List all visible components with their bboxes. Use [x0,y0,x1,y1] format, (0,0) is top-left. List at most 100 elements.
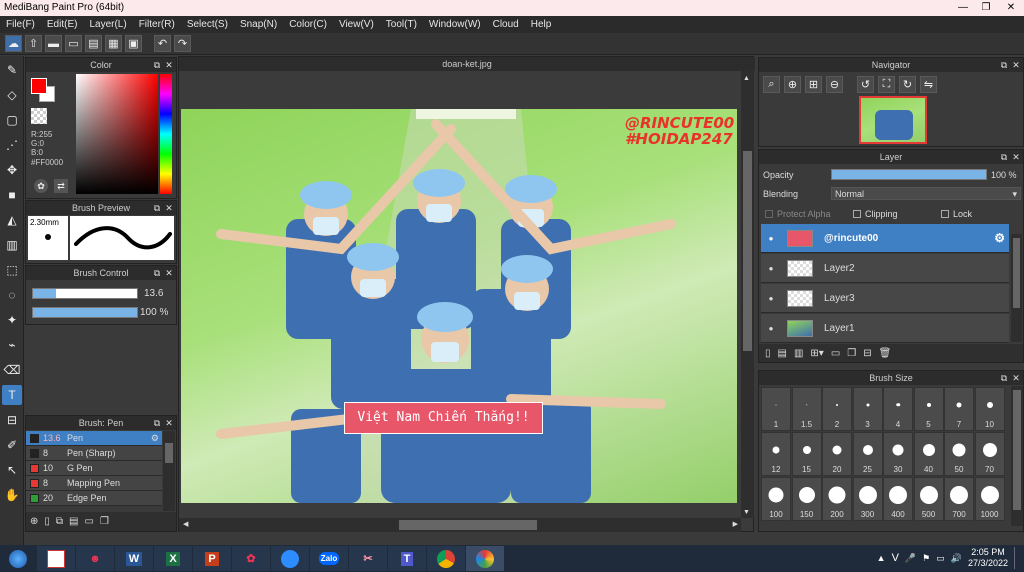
close-icon[interactable]: ✕ [1011,58,1021,72]
brush-size-cell[interactable]: 5 [913,387,944,431]
brush-item-pen[interactable]: 13.6 Pen ⚙ [26,431,162,446]
new-layer-icon[interactable]: ▯ [765,348,771,359]
brush-size-cell[interactable]: 1.5 [791,387,822,431]
brush-size-cell[interactable]: 50 [944,432,974,476]
clock[interactable]: 2:05 PM 27/3/2022 [968,547,1008,569]
brush-size-cell[interactable]: 20 [822,432,852,476]
menu-help[interactable]: Help [525,19,558,30]
menu-view[interactable]: View(V) [333,19,380,30]
flag-icon[interactable]: ⚑ [922,553,930,564]
page-icon[interactable]: ▤ [85,35,102,52]
brush-size-cell[interactable]: 30 [883,432,913,476]
bucket-tool-icon[interactable]: ◭ [2,210,22,230]
layer-row-rincute00[interactable]: ● @rincute00 ⚙ [761,224,1009,253]
brush-size-cell[interactable]: 3 [852,387,883,431]
layer-opacity-slider[interactable] [831,169,987,180]
menu-tool[interactable]: Tool(T) [380,19,423,30]
start-button[interactable] [0,546,36,571]
brush-item-mapping-pen[interactable]: 8 Mapping Pen [26,476,162,491]
redo-icon[interactable]: ↷ [174,35,191,52]
undock-icon[interactable]: ⧉ [999,150,1009,164]
taskbar-chrome[interactable] [427,546,465,571]
gear-icon[interactable]: ⚙ [151,433,159,444]
close-icon[interactable]: ✕ [1011,150,1021,164]
taskbar-app-snip[interactable]: ✂ [349,546,387,571]
taskbar-app-2[interactable]: ☻ [76,546,114,571]
lasso-tool-icon[interactable]: ◌ [2,285,22,305]
menu-snap[interactable]: Snap(N) [234,19,283,30]
merge-layer-icon[interactable]: ⊟ [863,348,871,359]
tile-icon[interactable]: ▣ [125,35,142,52]
show-desktop-button[interactable] [1014,547,1020,569]
folder-icon[interactable]: ▭ [831,348,840,359]
eyedropper-icon[interactable]: ✐ [2,435,22,455]
magic-wand-icon[interactable]: ✦ [2,310,22,330]
menu-file[interactable]: File(F) [0,19,41,30]
cloud-icon[interactable]: ☁ [5,35,22,52]
add-layer-menu-icon[interactable]: ⊞▾ [810,348,823,359]
blending-select[interactable]: Normal ▾ [831,187,1021,200]
rotate-left-icon[interactable]: ↺ [857,76,874,93]
new-brush-icon[interactable]: ▯ [44,516,50,527]
brush-list-scrollbar[interactable] [163,431,175,511]
brush-size-cell[interactable]: 200 [822,477,852,521]
brush-size-cell[interactable]: 150 [791,477,822,521]
volume-icon[interactable]: 🔊 [951,553,962,564]
rectangle-tool-icon[interactable]: ▢ [2,110,22,130]
visibility-icon[interactable]: ● [761,234,781,243]
taskbar-zoom[interactable] [271,546,309,571]
document-tab[interactable]: doan-ket.jpg [179,57,755,71]
rotate-right-icon[interactable]: ↻ [899,76,916,93]
foreground-color-swatch[interactable] [31,78,47,94]
menu-layer[interactable]: Layer(L) [83,19,132,30]
share-icon[interactable]: ⇧ [25,35,42,52]
comment-icon[interactable]: ▬ [45,35,62,52]
layer-scrollbar[interactable] [1011,234,1022,342]
close-icon[interactable]: ✕ [164,58,174,72]
taskbar-teams[interactable]: T [388,546,426,571]
taskbar-app-lotus[interactable]: ✿ [232,546,270,571]
lock-checkbox[interactable]: Lock [941,209,972,219]
menu-filter[interactable]: Filter(R) [133,19,181,30]
brush-size-cell[interactable]: 2 [822,387,852,431]
navigator-thumbnail[interactable] [859,96,927,144]
add-brush-icon[interactable]: ⊕ [30,516,38,527]
layer-row-layer2[interactable]: ● Layer2 [761,254,1009,283]
hand-tool-icon[interactable]: ✋ [2,485,22,505]
actual-size-icon[interactable]: ⊞ [805,76,822,93]
copy-icon[interactable]: ❐ [100,516,109,527]
clipping-checkbox[interactable]: Clipping [853,209,898,219]
layer-row-layer1[interactable]: ● Layer1 [761,314,1009,343]
brush-size-cell[interactable]: 70 [974,432,1005,476]
brush-size-cell[interactable]: 7 [944,387,974,431]
eraser-tool-icon[interactable]: ◇ [2,85,22,105]
fill-shape-icon[interactable]: ■ [2,185,22,205]
operation-tool-icon[interactable]: ↖ [2,460,22,480]
duplicate-brush-icon[interactable]: ⧉ [56,516,63,527]
palette-icon[interactable]: ✿ [34,179,48,193]
undock-icon[interactable]: ⧉ [152,58,162,72]
brush-size-slider[interactable] [32,288,138,299]
transparent-swatch[interactable] [31,108,47,124]
taskbar-medibang[interactable] [466,546,504,571]
saturation-value-picker[interactable] [76,74,158,194]
brush-item-pen-sharp[interactable]: 8 Pen (Sharp) [26,446,162,461]
undock-icon[interactable]: ⧉ [999,58,1009,72]
undock-icon[interactable]: ⧉ [152,201,162,215]
layer-row-layer3[interactable]: ● Layer3 [761,284,1009,313]
gear-icon[interactable]: ⚙ [994,231,1005,245]
new-halftone-layer-icon[interactable]: ▤ [778,348,787,359]
taskbar-zalo[interactable]: Zalo [310,546,348,571]
close-button[interactable]: ✕ [1000,0,1022,15]
taskbar-word[interactable]: W [115,546,153,571]
caption-text-box[interactable]: Việt Nam Chiến Thắng!! [344,402,543,434]
brush-item-g-pen[interactable]: 10 G Pen [26,461,162,476]
select-pen-icon[interactable]: ⌁ [2,335,22,355]
brush-size-cell[interactable]: 300 [852,477,883,521]
visibility-icon[interactable]: ● [761,294,781,303]
canvas-horizontal-scrollbar[interactable]: ◀ ▶ [179,518,741,532]
delete-layer-icon[interactable]: 🗑 [879,348,892,359]
taskbar-powerpoint[interactable]: P [193,546,231,571]
brush-opacity-slider[interactable] [32,307,138,318]
menu-edit[interactable]: Edit(E) [41,19,84,30]
